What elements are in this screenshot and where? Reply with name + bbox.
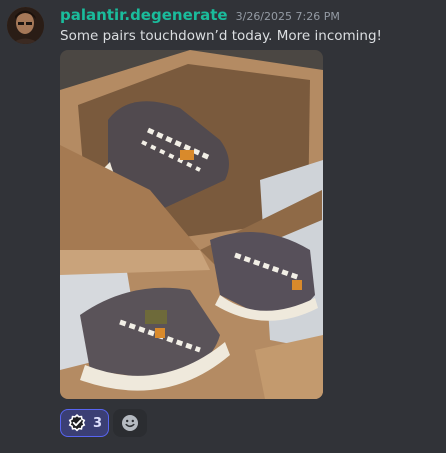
avatar-image xyxy=(7,7,44,44)
message-header: palantir.degenerate 3/26/2025 7:26 PM xyxy=(60,6,340,26)
verified-check-icon xyxy=(68,414,86,432)
reaction-verified[interactable]: 3 xyxy=(60,409,109,437)
username[interactable]: palantir.degenerate xyxy=(60,6,228,24)
avatar[interactable] xyxy=(7,7,44,44)
reactions-bar: 3 xyxy=(60,409,147,437)
add-reaction-button[interactable] xyxy=(113,409,147,437)
timestamp: 3/26/2025 7:26 PM xyxy=(235,10,340,23)
chat-message: palantir.degenerate 3/26/2025 7:26 PM So… xyxy=(0,0,446,453)
sneakers-in-box-photo xyxy=(60,50,323,399)
reaction-count: 3 xyxy=(93,415,103,431)
image-attachment[interactable] xyxy=(60,50,323,399)
message-content: Some pairs touchdown’d today. More incom… xyxy=(60,28,382,44)
smiley-face-icon xyxy=(122,415,138,431)
